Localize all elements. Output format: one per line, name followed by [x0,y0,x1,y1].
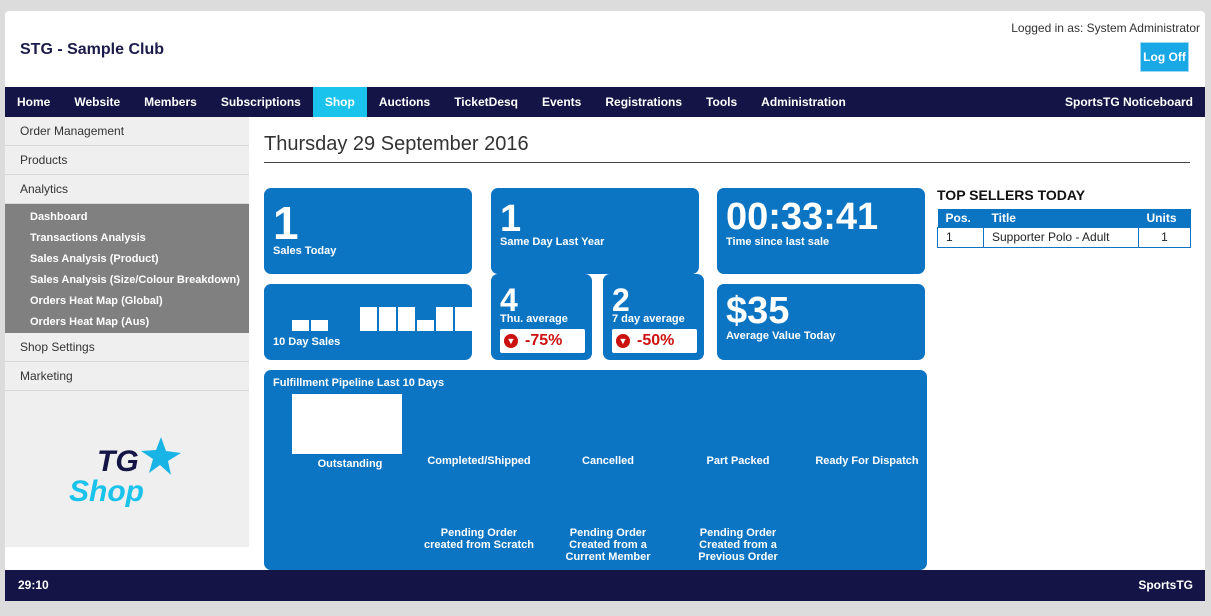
average-value-today-value: $35 [726,290,790,332]
sidebar-item-marketing[interactable]: Marketing [5,362,249,391]
pipeline-outstanding-box[interactable] [292,394,402,454]
nav-website[interactable]: Website [62,87,132,117]
time-since-last-sale-label: Time since last sale [726,236,830,248]
tile-ten-day-sales: 10 Day Sales [264,284,472,360]
same-day-last-year-value: 1 [500,198,522,240]
top-sellers-panel: TOP SELLERS TODAY Pos. Title Units 1 Sup… [937,187,1192,248]
nav-members[interactable]: Members [132,87,209,117]
pipeline-stage-pending-scratch: Pending Order created from Scratch [423,527,535,551]
sidebar-item-shop-settings[interactable]: Shop Settings [5,333,249,362]
nav-auctions[interactable]: Auctions [367,87,442,117]
submenu-item-sales-analysis-product[interactable]: Sales Analysis (Product) [5,248,249,269]
pipeline-stage-pending-member: Pending Order Created from a Current Mem… [565,527,651,563]
cell-title: Supporter Polo - Adult [983,226,1139,248]
sidebar-item-products[interactable]: Products [5,146,249,175]
column-header-units: Units [1138,209,1191,227]
sparkline-bar [417,320,434,331]
sidebar-item-order-management[interactable]: Order Management [5,117,249,146]
tile-seven-day-average: 2 7 day average ▼ -50% [603,274,704,360]
same-day-last-year-label: Same Day Last Year [500,236,605,248]
column-header-pos: Pos. [937,209,984,227]
main-nav: Home Website Members Subscriptions Shop … [5,87,1205,117]
cell-pos: 1 [937,226,984,248]
pipeline-stage-cancelled: Cancelled [582,455,634,467]
thu-average-change: ▼ -75% [500,329,585,353]
top-sellers-title: TOP SELLERS TODAY [937,187,1086,203]
top-sellers-table: Pos. Title Units 1 Supporter Polo - Adul… [937,209,1191,248]
column-header-title: Title [983,209,1139,227]
nav-subscriptions[interactable]: Subscriptions [209,87,313,117]
average-value-today-label: Average Value Today [726,330,836,342]
sparkline-bar [379,307,396,331]
pipeline-stage-ready-for-dispatch: Ready For Dispatch [815,455,919,467]
submenu-item-heat-map-aus[interactable]: Orders Heat Map (Aus) [5,311,249,332]
down-arrow-icon: ▼ [504,334,518,348]
sparkline-bar [436,307,453,331]
sparkline-bar [398,307,415,331]
footer-brand: SportsTG [1138,578,1193,592]
nav-registrations[interactable]: Registrations [593,87,694,117]
pipeline-stage-completed-shipped: Completed/Shipped [427,455,531,467]
sparkline-bar [455,307,472,331]
title-divider [264,162,1190,163]
thu-average-value: 4 [500,282,518,318]
svg-text:Shop: Shop [69,475,144,508]
cell-units: 1 [1138,226,1191,248]
nav-home[interactable]: Home [5,87,62,117]
page-title: Thursday 29 September 2016 [264,133,529,155]
logged-in-label: Logged in as: System Administrator [1011,21,1200,35]
sparkline-bar [311,320,328,331]
submenu-item-heat-map-global[interactable]: Orders Heat Map (Global) [5,290,249,311]
tile-sales-today: 1 Sales Today [264,188,472,274]
seven-day-average-value: 2 [612,282,630,318]
session-timer: 29:10 [18,578,49,592]
table-header-row: Pos. Title Units [937,209,1191,227]
log-off-button[interactable]: Log Off [1140,42,1189,72]
nav-tools[interactable]: Tools [694,87,749,117]
submenu-item-sales-analysis-size-colour[interactable]: Sales Analysis (Size/Colour Breakdown) [5,269,249,290]
sidebar: Order Management Products Analytics Dash… [5,117,249,547]
sparkline-bar [292,320,309,331]
thu-average-label: Thu. average [500,313,568,325]
tile-thu-average: 4 Thu. average ▼ -75% [491,274,592,360]
pipeline-stage-outstanding: Outstanding [317,458,383,470]
footer: 29:10 SportsTG [5,570,1205,601]
pipeline-stage-pending-previous: Pending Order Created from a Previous Or… [698,527,778,563]
seven-day-average-change: ▼ -50% [612,329,697,353]
club-name: STG - Sample Club [20,41,165,58]
nav-shop[interactable]: Shop [312,87,367,117]
down-arrow-icon: ▼ [616,334,630,348]
nav-administration[interactable]: Administration [749,87,858,117]
tile-fulfillment-pipeline: Fulfillment Pipeline Last 10 Days Outsta… [264,370,927,570]
svg-text:TG: TG [97,445,139,478]
sales-today-label: Sales Today [273,245,337,257]
seven-day-average-change-value: -50% [637,332,675,349]
app-frame: STG - Sample Club Logged in as: System A… [5,11,1205,601]
analytics-submenu: Dashboard Transactions Analysis Sales An… [5,204,249,333]
header: STG - Sample Club Logged in as: System A… [5,11,1205,87]
tile-time-since-last-sale: 00:33:41 Time since last sale [717,188,925,274]
submenu-item-dashboard[interactable]: Dashboard [5,206,249,227]
sidebar-item-analytics[interactable]: Analytics [5,175,249,204]
nav-events[interactable]: Events [530,87,593,117]
nav-noticeboard-link[interactable]: SportsTG Noticeboard [1065,87,1193,117]
thu-average-change-value: -75% [525,332,563,349]
pipeline-stage-part-packed: Part Packed [706,455,770,467]
seven-day-average-label: 7 day average [612,313,685,325]
time-since-last-sale-value: 00:33:41 [726,196,879,238]
table-row[interactable]: 1 Supporter Polo - Adult 1 [937,226,1191,248]
pipeline-title: Fulfillment Pipeline Last 10 Days [273,377,445,389]
nav-ticketdesq[interactable]: TicketDesq [442,87,530,117]
sparkline-bar [360,307,377,331]
submenu-item-transactions-analysis[interactable]: Transactions Analysis [5,227,249,248]
tg-shop-logo: TG Shop [69,437,181,508]
tile-average-value-today: $35 Average Value Today [717,284,925,360]
ten-day-sales-label: 10 Day Sales [273,336,341,348]
sales-today-value: 1 [273,197,299,249]
tile-same-day-last-year: 1 Same Day Last Year [491,188,699,274]
